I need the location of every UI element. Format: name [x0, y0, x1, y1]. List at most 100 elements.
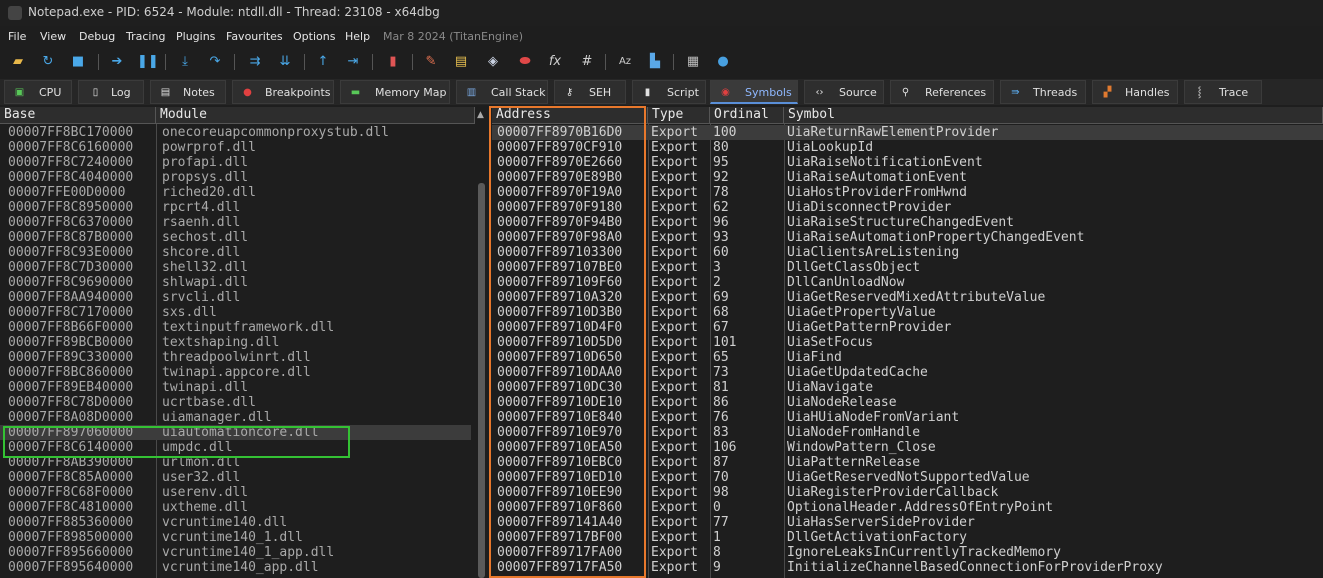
cell-type: Export — [651, 245, 698, 260]
table-row[interactable]: 00007FF8C4040000 propsys.dll — [0, 170, 471, 185]
table-row[interactable]: 00007FF89C330000 threadpoolwinrt.dll — [0, 350, 471, 365]
tab-notes[interactable]: ▤ Notes — [150, 80, 226, 104]
table-row[interactable]: 00007FF8C7240000 profapi.dll — [0, 155, 471, 170]
table-row[interactable]: 00007FF8C68F0000 userenv.dll — [0, 485, 471, 500]
window-title: Notepad.exe - PID: 6524 - Module: ntdll.… — [28, 5, 440, 19]
table-row[interactable]: 00007FF8C87B0000 sechost.dll — [0, 230, 471, 245]
table-row[interactable]: 00007FF8C6370000 rsaenh.dll — [0, 215, 471, 230]
table-row[interactable]: 00007FF8BC170000 onecoreuapcommonproxystu… — [0, 125, 471, 140]
cell-type: Export — [651, 395, 698, 410]
run-to-user-code-icon[interactable]: ⇥ — [343, 52, 363, 72]
modules-scrollbar[interactable]: ▲ — [475, 107, 488, 578]
trace-into-icon[interactable]: ⇉ — [245, 52, 265, 72]
table-row[interactable]: 00007FF8C8950000 rpcrt4.dll — [0, 200, 471, 215]
menu-plugins[interactable]: Plugins — [176, 30, 215, 43]
cell-base: 00007FF89C330000 — [8, 350, 134, 365]
menu-tracing[interactable]: Tracing — [126, 30, 165, 43]
table-row[interactable]: 00007FF8C78D0000 ucrtbase.dll — [0, 395, 471, 410]
restart-icon[interactable]: ↻ — [38, 52, 58, 72]
col-header-type[interactable]: Type — [648, 107, 710, 124]
hash-icon[interactable]: # — [577, 52, 597, 72]
menu-help[interactable]: Help — [345, 30, 370, 43]
table-row[interactable]: 00007FF89BCB0000 textshaping.dll — [0, 335, 471, 350]
table-row[interactable]: 00007FF885360000 vcruntime140.dll — [0, 515, 471, 530]
col-header-symbol[interactable]: Symbol — [784, 107, 1323, 124]
scroll-up-icon[interactable]: ▲ — [477, 110, 484, 120]
col-header-ordinal[interactable]: Ordinal — [710, 107, 784, 124]
menu-file[interactable]: File — [8, 30, 26, 43]
calculator-icon[interactable]: ▦ — [683, 52, 703, 72]
pause-icon[interactable]: ❚❚ — [137, 52, 159, 72]
cpu-icon: ▣ — [14, 87, 25, 98]
table-row[interactable]: 00007FF8C4810000 uxtheme.dll — [0, 500, 471, 515]
cell-base: 00007FF8C85A0000 — [8, 470, 134, 485]
tab-breakpoints[interactable]: ● Breakpoints — [232, 80, 334, 104]
table-row[interactable]: 00007FF8C85A0000 user32.dll — [0, 470, 471, 485]
tab-label: CPU — [39, 86, 62, 99]
tab-memory-map[interactable]: ▬ Memory Map — [340, 80, 450, 104]
comment-icon[interactable]: ▤ — [451, 52, 471, 72]
cell-module: shlwapi.dll — [162, 275, 249, 290]
col-header-base[interactable]: Base — [0, 107, 156, 124]
bookmark-icon[interactable]: ⬬ — [515, 52, 535, 72]
table-row[interactable]: 00007FF895640000 vcruntime140_app.dll — [0, 560, 471, 575]
tab-seh[interactable]: ⚷ SEH — [554, 80, 626, 104]
col-header-module[interactable]: Module — [156, 107, 475, 124]
step-into-icon[interactable]: ⤓ — [175, 52, 195, 72]
cell-module: profapi.dll — [162, 155, 249, 170]
run-icon[interactable]: ➔ — [107, 52, 127, 72]
cell-type: Export — [651, 200, 698, 215]
menu-options[interactable]: Options — [293, 30, 335, 43]
tab-references[interactable]: ⚲ References — [890, 80, 994, 104]
cell-symbol: UiaRaiseNotificationEvent — [787, 155, 983, 170]
scroll-thumb[interactable] — [478, 183, 485, 578]
font-icon[interactable]: Aᴢ — [615, 52, 635, 72]
tab-cpu[interactable]: ▣ CPU — [4, 80, 72, 104]
globe-icon[interactable]: ● — [713, 52, 733, 72]
tab-threads[interactable]: ⇛ Threads — [1000, 80, 1086, 104]
cell-symbol: UiaGetPatternProvider — [787, 320, 952, 335]
open-icon[interactable]: ▰ — [8, 52, 28, 72]
tab-trace[interactable]: ⸾ Trace — [1184, 80, 1262, 104]
menu-view[interactable]: View — [40, 30, 66, 43]
table-row[interactable]: 00007FF8AA940000 srvcli.dll — [0, 290, 471, 305]
scylla-icon[interactable]: ▮ — [383, 52, 403, 72]
cell-module: shcore.dll — [162, 245, 241, 260]
table-row[interactable]: 00007FF8C93E0000 shcore.dll — [0, 245, 471, 260]
stop-icon[interactable]: ■ — [68, 52, 88, 72]
toolbar-separator — [304, 54, 305, 70]
trace-over-icon[interactable]: ⇊ — [275, 52, 295, 72]
menu-debug[interactable]: Debug — [79, 30, 115, 43]
table-row[interactable]: 00007FF8C7170000 sxs.dll — [0, 305, 471, 320]
title-bar: Notepad.exe - PID: 6524 - Module: ntdll.… — [0, 0, 1323, 26]
tab-symbols[interactable]: ◉ Symbols — [710, 80, 798, 104]
table-row[interactable]: 00007FF8BC860000 twinapi.appcore.dll — [0, 365, 471, 380]
toolbar: ▰ ↻ ■ ➔ ❚❚ ⤓ ↷ ⇉ ⇊ ↑ ⇥ ▮ ✎ ▤ ◈ ⬬ fx # Aᴢ… — [0, 50, 1323, 74]
function-icon[interactable]: fx — [545, 52, 565, 72]
table-row[interactable]: 00007FF895660000 vcruntime140_1_app.dll — [0, 545, 471, 560]
table-row[interactable]: 00007FF89EB40000 twinapi.dll — [0, 380, 471, 395]
table-row[interactable]: 00007FF8A08D0000 uiamanager.dll — [0, 410, 471, 425]
table-row[interactable]: 00007FFE00D0000 riched20.dll — [0, 185, 471, 200]
cell-type: Export — [651, 530, 698, 545]
cell-type: Export — [651, 320, 698, 335]
tab-call-stack[interactable]: ▥ Call Stack — [456, 80, 548, 104]
execute-till-return-icon[interactable]: ↑ — [313, 52, 333, 72]
table-row[interactable]: 00007FF8C7D30000 shell32.dll — [0, 260, 471, 275]
script-icon[interactable]: ▙ — [645, 52, 665, 72]
step-over-icon[interactable]: ↷ — [205, 52, 225, 72]
patch-icon[interactable]: ✎ — [421, 52, 441, 72]
table-row[interactable]: 00007FF8B66F0000 textinputframework.dll — [0, 320, 471, 335]
tab-log[interactable]: ▯ Log — [78, 80, 144, 104]
tab-source[interactable]: ‹› Source — [804, 80, 884, 104]
menu-favourites[interactable]: Favourites — [226, 30, 283, 43]
cell-base: 00007FF898500000 — [8, 530, 134, 545]
table-row[interactable]: 00007FF8C6160000 powrprof.dll — [0, 140, 471, 155]
table-row[interactable]: 00007FF898500000 vcruntime140_1.dll — [0, 530, 471, 545]
breakpoint-icon: ● — [243, 87, 252, 98]
cell-ordinal: 69 — [713, 290, 729, 305]
tab-handles[interactable]: ▞ Handles — [1092, 80, 1178, 104]
table-row[interactable]: 00007FF8C9690000 shlwapi.dll — [0, 275, 471, 290]
tab-script[interactable]: ▮ Script — [632, 80, 706, 104]
label-icon[interactable]: ◈ — [483, 52, 503, 72]
